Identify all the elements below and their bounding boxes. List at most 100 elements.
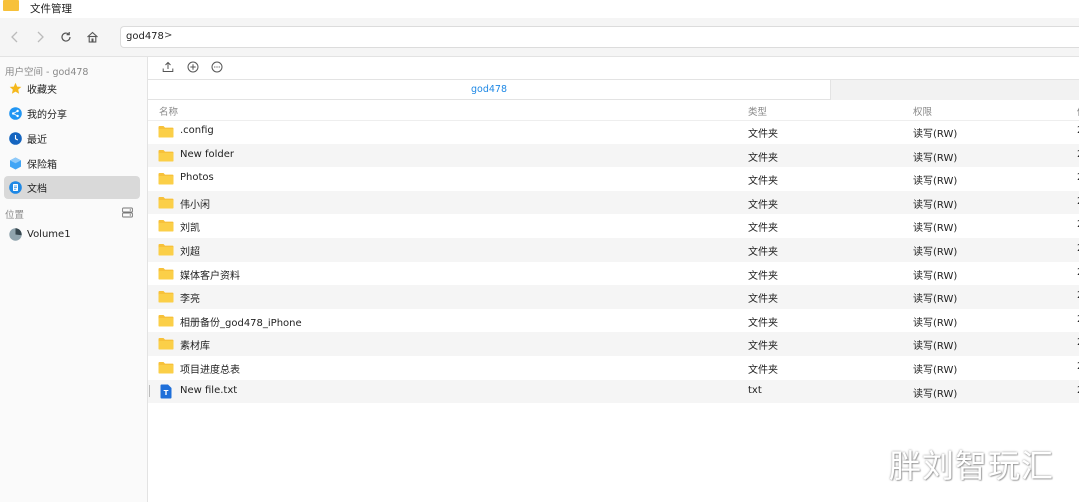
share-icon xyxy=(9,107,22,120)
file-type: 文件夹 xyxy=(748,270,778,282)
text-file-icon: T xyxy=(160,384,172,402)
folder-icon xyxy=(158,219,174,235)
column-permission[interactable]: 权限 xyxy=(913,104,932,118)
file-permission: 读写(RW) xyxy=(913,364,958,376)
tab-bar: god478 xyxy=(148,79,1079,100)
table-header: 名称 类型 权限 修 xyxy=(148,100,1079,121)
back-button[interactable] xyxy=(5,26,25,48)
disk-icon xyxy=(9,228,22,241)
file-name: 伟小闲 xyxy=(180,199,210,211)
sidebar-item-recent[interactable]: 最近 xyxy=(4,127,140,150)
file-name: New file.txt xyxy=(180,384,238,396)
file-type: 文件夹 xyxy=(748,129,778,140)
file-permission: 读写(RW) xyxy=(913,317,958,329)
table-row[interactable]: T New file.txt txt 读写(RW) 2 xyxy=(148,379,1079,404)
file-list: .config 文件夹 读写(RW) 2 New folder 文件夹 读写(R… xyxy=(148,120,1079,404)
path-segment[interactable]: god478 xyxy=(126,31,164,42)
path-bar[interactable]: god478 > xyxy=(120,26,1079,48)
file-name: Photos xyxy=(180,172,214,184)
sidebar-item-label: 保险箱 xyxy=(27,160,57,171)
add-button[interactable] xyxy=(186,60,200,74)
folder-icon xyxy=(158,337,174,353)
toolbar: god478 > xyxy=(0,18,1079,57)
upload-icon xyxy=(162,61,174,72)
file-permission: 读写(RW) xyxy=(913,294,958,306)
sidebar-item-my-share[interactable]: 我的分享 xyxy=(4,102,140,125)
sidebar-item-label: 收藏夹 xyxy=(27,85,57,96)
plus-circle-icon xyxy=(187,61,199,73)
chevron-left-icon xyxy=(11,31,18,43)
table-row[interactable]: 刘超 文件夹 读写(RW) 2 xyxy=(148,237,1079,262)
file-type: 文件夹 xyxy=(748,341,778,353)
column-type[interactable]: 类型 xyxy=(748,104,767,118)
file-type: 文件夹 xyxy=(748,223,778,235)
file-name: 项目进度总表 xyxy=(180,364,240,376)
refresh-button[interactable] xyxy=(56,26,76,48)
sidebar-item-vault[interactable]: 保险箱 xyxy=(4,152,140,175)
sidebar: 用户空间 - god478 收藏夹 我的分享 最近 保险箱 文档 位置 Volu… xyxy=(0,57,148,502)
table-row[interactable]: Photos 文件夹 读写(RW) 2 xyxy=(148,167,1079,191)
storage-manage-icon[interactable] xyxy=(122,207,133,221)
file-type: 文件夹 xyxy=(748,176,778,188)
forward-button[interactable] xyxy=(30,26,50,48)
tab-bar-empty xyxy=(831,80,1079,100)
file-name: 李亮 xyxy=(180,294,200,306)
file-name: 素材库 xyxy=(180,341,210,353)
folder-icon xyxy=(158,196,174,212)
sidebar-item-favorites[interactable]: 收藏夹 xyxy=(4,77,140,100)
file-name: 媒体客户资料 xyxy=(180,270,240,282)
file-permission: 读写(RW) xyxy=(913,152,958,164)
more-button[interactable] xyxy=(210,60,224,74)
path-chevron: > xyxy=(164,30,173,41)
table-row[interactable]: 媒体客户资料 文件夹 读写(RW) 2 xyxy=(148,262,1079,286)
table-row[interactable]: 伟小闲 文件夹 读写(RW) 2 xyxy=(148,190,1079,215)
table-row[interactable]: 项目进度总表 文件夹 读写(RW) 2 xyxy=(148,356,1079,380)
row-marker xyxy=(149,384,150,397)
folder-icon xyxy=(158,149,174,165)
file-name: 相册备份_god478_iPhone xyxy=(180,317,302,329)
table-row[interactable]: 相册备份_god478_iPhone 文件夹 读写(RW) 2 xyxy=(148,309,1079,333)
refresh-icon xyxy=(61,32,71,42)
file-permission: 读写(RW) xyxy=(913,341,958,353)
sidebar-item-documents[interactable]: 文档 xyxy=(4,176,140,199)
sidebar-item-label: Volume1 xyxy=(27,229,71,240)
action-bar xyxy=(148,57,1079,79)
home-button[interactable] xyxy=(82,26,102,48)
file-permission: 读写(RW) xyxy=(913,176,958,188)
file-type: 文件夹 xyxy=(748,294,778,306)
file-type: txt xyxy=(748,384,762,396)
file-name: New folder xyxy=(180,148,235,160)
title-bar: 文件管理 xyxy=(0,0,1079,18)
file-type: 文件夹 xyxy=(748,246,778,258)
table-row[interactable]: 素材库 文件夹 读写(RW) 2 xyxy=(148,332,1079,356)
upload-button[interactable] xyxy=(161,60,175,74)
sidebar-item-label: 我的分享 xyxy=(27,110,67,121)
file-permission: 读写(RW) xyxy=(913,388,958,400)
clock-icon xyxy=(9,132,22,145)
file-permission: 读写(RW) xyxy=(913,199,958,211)
column-name[interactable]: 名称 xyxy=(159,104,178,118)
folder-icon xyxy=(158,267,174,283)
document-icon xyxy=(9,181,22,194)
watermark: 胖刘智玩汇 xyxy=(889,447,1055,485)
tab-god478[interactable]: god478 xyxy=(148,80,831,100)
file-name: 刘超 xyxy=(180,246,200,258)
star-icon xyxy=(9,82,22,95)
folder-icon xyxy=(158,172,174,188)
file-permission: 读写(RW) xyxy=(913,246,958,258)
table-row[interactable]: .config 文件夹 读写(RW) 2 xyxy=(148,120,1079,144)
main-panel: god478 名称 类型 权限 修 .config 文件夹 读写(RW) 2 N… xyxy=(148,57,1079,502)
table-row[interactable]: New folder 文件夹 读写(RW) 2 xyxy=(148,143,1079,168)
table-row[interactable]: 李亮 文件夹 读写(RW) 2 xyxy=(148,285,1079,309)
folder-icon xyxy=(158,243,174,259)
file-name: 刘凯 xyxy=(180,223,200,235)
file-type: 文件夹 xyxy=(748,317,778,329)
sidebar-item-volume1[interactable]: Volume1 xyxy=(4,223,140,246)
table-row[interactable]: 刘凯 文件夹 读写(RW) 2 xyxy=(148,214,1079,238)
file-type: 文件夹 xyxy=(748,364,778,376)
location-section-label: 位置 xyxy=(5,210,25,221)
file-permission: 读写(RW) xyxy=(913,129,958,140)
folder-app-icon xyxy=(3,0,19,11)
app-title: 文件管理 xyxy=(30,3,72,15)
sidebar-item-label: 文档 xyxy=(27,184,47,195)
